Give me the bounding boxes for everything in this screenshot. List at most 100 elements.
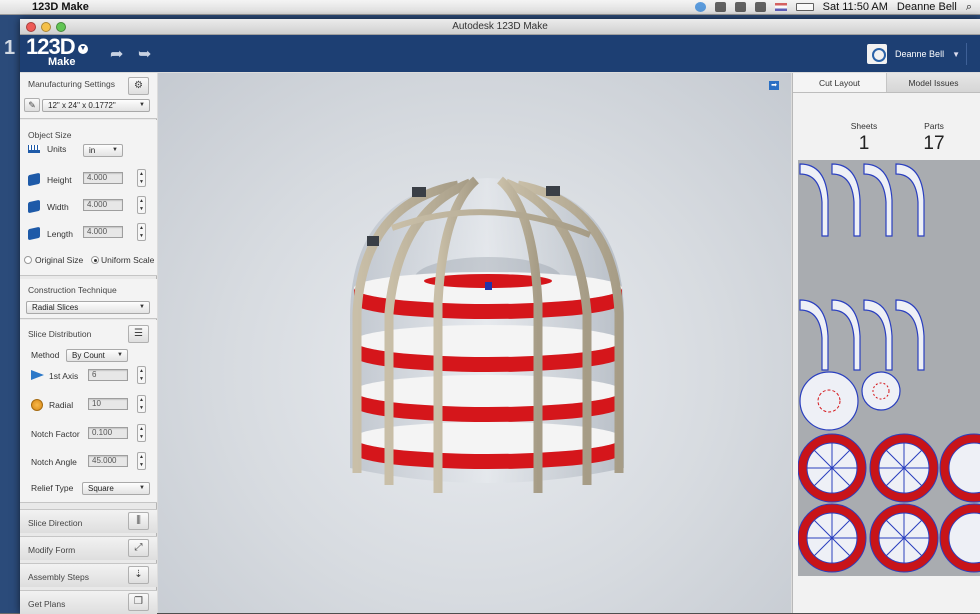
width-label: Width <box>47 202 69 212</box>
app-logo: 123D Make <box>26 36 76 68</box>
parts-value: 17 <box>923 133 945 154</box>
tab-model-issues[interactable]: Model Issues <box>887 73 980 92</box>
modify-form-title: Modify Form <box>28 545 76 555</box>
notch-angle-field[interactable]: 45.000 <box>88 455 128 467</box>
app-header: 123D Make ▼ ➦ ➥ Deanne Bell ▼ <box>20 35 980 72</box>
material-select[interactable]: 12" x 24" x 0.1772" <box>42 99 150 112</box>
close-window-button[interactable] <box>26 22 36 32</box>
modify-form-section[interactable]: Modify Form ⤢ <box>20 536 157 560</box>
avatar <box>867 44 888 64</box>
first-axis-field[interactable]: 6 <box>88 369 128 381</box>
menubar-user[interactable]: Deanne Bell <box>897 1 957 13</box>
user-account[interactable]: Deanne Bell ▼ <box>867 44 960 64</box>
original-size-radio[interactable] <box>24 256 32 264</box>
slice-direction-section[interactable]: Slice Direction ⫼ <box>20 509 157 533</box>
notch-angle-stepper[interactable]: ▲ ▼ <box>137 452 146 470</box>
layout-stats: Sheets 1 Parts 17 <box>793 93 980 159</box>
length-stepper[interactable]: ▲ ▼ <box>137 223 146 241</box>
cut-sheet-preview[interactable] <box>798 160 980 576</box>
width-icon <box>28 199 40 214</box>
gear-icon[interactable]: ⚙ <box>128 77 149 95</box>
minimize-window-button[interactable] <box>41 22 51 32</box>
width-stepper[interactable]: ▲ ▼ <box>137 196 146 214</box>
menubar-status-area: Sat 11:50 AM Deanne Bell ⌕ <box>694 1 980 14</box>
rib-part <box>799 299 829 371</box>
uniform-scale-label: Uniform Scale <box>101 255 155 265</box>
modify-form-icon[interactable]: ⤢ <box>128 539 149 557</box>
slice-distribution-section: Slice Distribution ☰ Method By Count 1st… <box>20 320 157 503</box>
distribution-list-icon[interactable]: ☰ <box>128 325 149 343</box>
volume-icon[interactable] <box>754 2 766 12</box>
undo-icon[interactable]: ➦ <box>110 44 123 64</box>
radial-label: Radial <box>49 400 74 410</box>
wifi-icon[interactable] <box>714 2 726 12</box>
sheets-stat: Sheets 1 <box>839 121 889 155</box>
first-axis-stepper[interactable]: ▲ ▼ <box>137 366 146 384</box>
get-plans-section[interactable]: Get Plans ❐ <box>20 590 157 614</box>
rib-part <box>831 299 861 371</box>
length-field[interactable]: 4.000 <box>83 226 123 238</box>
red-ring-parts <box>798 433 980 573</box>
method-label: Method <box>31 350 60 360</box>
notch-factor-field[interactable]: 0.100 <box>88 427 128 439</box>
height-icon <box>28 172 40 187</box>
sheets-label: Sheets <box>850 121 878 131</box>
3d-viewport[interactable]: ➡ <box>158 73 791 613</box>
slice-distribution-title: Slice Distribution <box>28 329 92 339</box>
units-select[interactable]: in <box>83 144 123 157</box>
notch-angle-label: Notch Angle <box>31 457 77 467</box>
zoom-window-button[interactable] <box>56 22 66 32</box>
width-field[interactable]: 4.000 <box>83 199 123 211</box>
bluetooth-icon[interactable] <box>734 2 746 12</box>
rib-part <box>895 163 925 237</box>
assembly-steps-icon[interactable]: ⇣ <box>128 566 149 584</box>
construction-technique-title: Construction Technique <box>28 285 117 295</box>
ring-part <box>799 371 859 431</box>
macos-menubar: 123D Make Sat 11:50 AM Deanne Bell ⌕ <box>0 0 980 15</box>
flag-icon[interactable] <box>774 3 787 11</box>
units-label: Units <box>47 144 67 154</box>
assembly-steps-title: Assembly Steps <box>28 572 89 582</box>
first-axis-label: 1st Axis <box>49 371 79 381</box>
window-titlebar: Autodesk 123D Make <box>20 19 980 35</box>
search-icon[interactable]: ⌕ <box>966 1 972 14</box>
app-menu-name[interactable]: 123D Make <box>32 1 89 13</box>
traffic-lights <box>26 22 66 32</box>
radial-stepper[interactable]: ▲ ▼ <box>137 395 146 413</box>
pencil-icon[interactable]: ✎ <box>24 98 40 112</box>
notch-factor-stepper[interactable]: ▲ ▼ <box>137 424 146 442</box>
method-select[interactable]: By Count <box>66 349 128 362</box>
settings-panel: Manufacturing Settings ⚙ ✎ 12" x 24" x 0… <box>20 73 157 614</box>
slice-direction-title: Slice Direction <box>28 518 83 528</box>
object-size-title: Object Size <box>28 130 72 140</box>
app-window: Autodesk 123D Make 123D Make ▼ ➦ ➥ Deann… <box>20 19 980 614</box>
chevron-down-icon: ▼ <box>952 49 960 59</box>
dropbox-icon[interactable] <box>694 2 706 12</box>
menubar-clock[interactable]: Sat 11:50 AM <box>823 1 888 13</box>
radial-field[interactable]: 10 <box>88 398 128 410</box>
slice-tab <box>546 186 560 196</box>
redo-icon[interactable]: ➥ <box>138 44 151 64</box>
rib-part <box>863 299 893 371</box>
height-stepper[interactable]: ▲ ▼ <box>137 169 146 187</box>
rib-part <box>895 299 925 371</box>
height-field[interactable]: 4.000 <box>83 172 123 184</box>
manufacturing-settings-title: Manufacturing Settings <box>28 79 115 89</box>
relief-type-select[interactable]: Square <box>82 482 150 495</box>
battery-icon[interactable] <box>795 3 814 11</box>
slice-tab <box>412 187 426 197</box>
rib-part <box>863 163 893 237</box>
relief-type-label: Relief Type <box>31 483 74 493</box>
uniform-scale-radio[interactable] <box>91 256 99 264</box>
logo-word: Make <box>48 56 76 68</box>
expand-panel-icon[interactable]: ➡ <box>769 81 779 90</box>
assembly-steps-section[interactable]: Assembly Steps ⇣ <box>20 563 157 587</box>
app-menu-dropdown-icon[interactable]: ▼ <box>78 44 88 54</box>
notch-factor-label: Notch Factor <box>31 429 80 439</box>
radial-icon <box>31 399 43 411</box>
tab-cut-layout[interactable]: Cut Layout <box>793 73 887 92</box>
slice-direction-icon[interactable]: ⫼ <box>128 512 149 530</box>
technique-select[interactable]: Radial Slices <box>26 301 150 314</box>
sheets-value: 1 <box>858 133 870 154</box>
get-plans-icon[interactable]: ❐ <box>128 593 149 611</box>
